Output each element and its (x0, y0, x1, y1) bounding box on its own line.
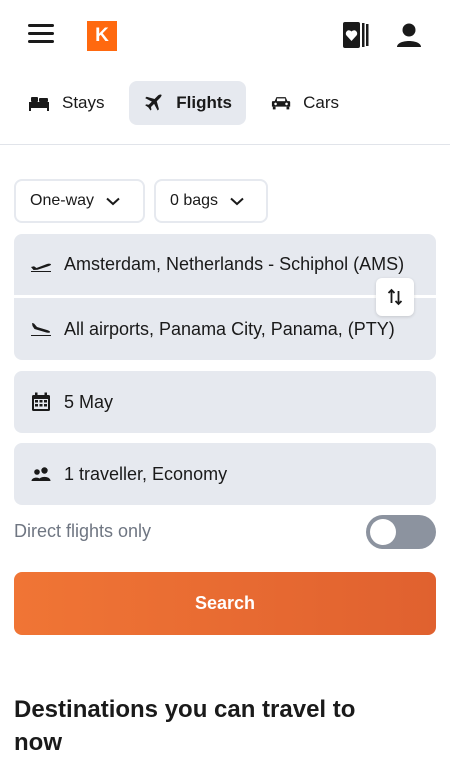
travellers-value: 1 traveller, Economy (64, 463, 228, 484)
tab-flights[interactable]: Flights (129, 81, 246, 125)
app-header: K (0, 0, 450, 72)
account-icon[interactable] (394, 20, 424, 50)
direct-flights-toggle[interactable] (366, 515, 436, 549)
trip-type-value: One-way (30, 192, 95, 209)
origin-value: Amsterdam, Netherlands - Schiphol (AMS) (64, 254, 405, 274)
swap-airports-button[interactable] (376, 278, 414, 316)
tab-cars[interactable]: Cars (257, 81, 353, 125)
destination-value: All airports, Panama City, Panama, (PTY) (64, 318, 395, 339)
divider (0, 144, 450, 145)
swap-arrows-icon (387, 288, 403, 306)
date-field[interactable]: 5 May (14, 371, 436, 433)
travellers-field[interactable]: 1 traveller, Economy (14, 443, 436, 505)
car-icon (271, 97, 291, 110)
trip-type-dropdown[interactable]: One-way (14, 179, 145, 223)
kayak-logo[interactable]: K (87, 21, 117, 51)
destination-field[interactable]: All airports, Panama City, Panama, (PTY) (14, 298, 436, 360)
trips-book-icon[interactable] (340, 20, 370, 50)
direct-flights-label: Direct flights only (14, 521, 152, 541)
destinations-heading: Destinations you can travel to now (14, 696, 356, 756)
tab-stays[interactable]: Stays (14, 81, 122, 125)
toggle-knob (370, 519, 396, 545)
landing-icon (30, 318, 52, 340)
tab-cars-label: Cars (303, 93, 339, 112)
date-value: 5 May (64, 391, 114, 412)
search-button-label: Search (194, 593, 256, 613)
travellers-icon (30, 463, 52, 485)
takeoff-icon (30, 254, 52, 276)
chevron-down-icon (106, 197, 120, 205)
bags-value: 0 bags (170, 192, 219, 209)
bed-icon (29, 97, 49, 111)
origin-field[interactable]: Amsterdam, Netherlands - Schiphol (AMS) (14, 234, 436, 295)
airplane-icon (145, 94, 162, 111)
chevron-down-icon (230, 197, 244, 205)
tab-flights-label: Flights (176, 93, 232, 112)
tab-stays-label: Stays (62, 93, 105, 112)
hamburger-menu-icon[interactable] (28, 24, 54, 46)
search-button[interactable]: Search (14, 572, 436, 635)
bags-dropdown[interactable]: 0 bags (154, 179, 268, 223)
calendar-icon (30, 391, 52, 413)
